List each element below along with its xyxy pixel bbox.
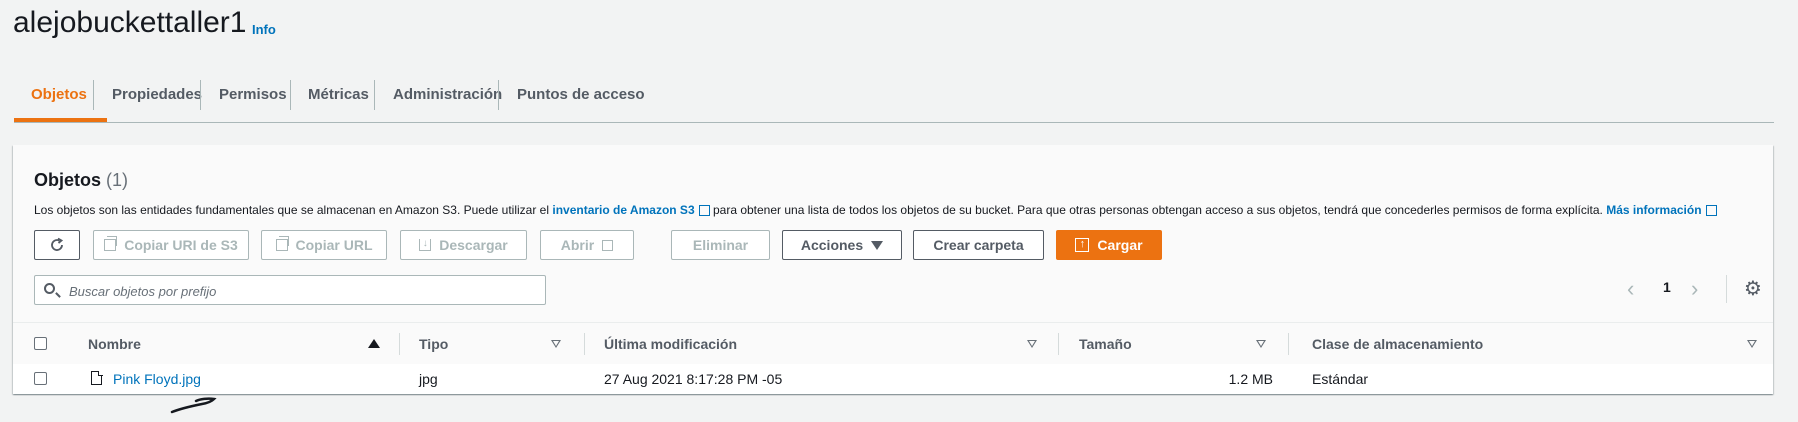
download-icon: ↓ <box>419 239 432 251</box>
tab-puntos-de-acceso[interactable]: Puntos de acceso <box>517 74 645 122</box>
search-box <box>34 275 546 305</box>
table-row[interactable]: Pink Floyd.jpg jpg 27 Aug 2021 8:17:28 P… <box>13 364 1773 394</box>
objects-heading: Objetos (1) <box>34 170 128 191</box>
tab-divider <box>498 80 499 110</box>
row-checkbox[interactable] <box>34 372 47 385</box>
column-header-tamano[interactable]: Tamaño <box>1079 336 1132 352</box>
sort-icon[interactable] <box>1027 340 1037 348</box>
description-text: Los objetos son las entidades fundamenta… <box>34 203 550 217</box>
object-name-link[interactable]: Pink Floyd.jpg <box>113 371 201 387</box>
actions-label: Acciones <box>800 237 864 253</box>
tab-administracion[interactable]: Administración <box>393 74 502 122</box>
open-button[interactable]: Abrir <box>540 230 634 260</box>
pen-annotation-mark <box>170 397 217 414</box>
objects-heading-label: Objetos <box>34 170 102 190</box>
tab-propiedades[interactable]: Propiedades <box>112 74 202 122</box>
delete-label: Eliminar <box>692 237 749 253</box>
column-header-nombre[interactable]: Nombre <box>88 336 141 352</box>
column-header-clase-de-almacenamiento[interactable]: Clase de almacenamiento <box>1312 336 1483 352</box>
external-link-icon <box>602 239 614 251</box>
object-size: 1.2 MB <box>1228 371 1273 387</box>
open-label: Abrir <box>560 237 595 253</box>
inventory-link[interactable]: inventario de Amazon S3 <box>552 203 694 217</box>
copy-s3-uri-label: Copiar URI de S3 <box>124 237 238 253</box>
create-folder-label: Crear carpeta <box>933 237 1024 253</box>
actions-dropdown[interactable]: Acciones <box>782 230 902 260</box>
copy-s3-uri-button[interactable]: Copiar URI de S3 <box>93 230 249 260</box>
tab-divider <box>93 80 94 110</box>
object-type: jpg <box>419 371 438 387</box>
column-header-ultima-modificacion[interactable]: Última modificación <box>604 336 737 352</box>
download-label: Descargar <box>439 237 508 253</box>
upload-icon: ↑ <box>1075 238 1090 252</box>
table-header: Nombre Tipo Última modificación Tamaño C… <box>13 322 1773 366</box>
refresh-icon <box>51 237 64 251</box>
tab-bar: Objetos Propiedades Permisos Métricas Ad… <box>14 74 1774 123</box>
tab-metricas[interactable]: Métricas <box>308 74 369 122</box>
objects-count: (1) <box>106 170 129 190</box>
caret-down-icon <box>871 240 884 250</box>
external-link-icon <box>1705 205 1717 216</box>
delete-button[interactable]: Eliminar <box>671 230 770 260</box>
next-page-icon[interactable]: › <box>1691 276 1698 302</box>
tab-objetos[interactable]: Objetos <box>31 74 87 122</box>
copy-icon <box>104 236 118 251</box>
copy-url-label: Copiar URL <box>295 237 373 253</box>
search-input[interactable] <box>67 281 531 301</box>
tab-divider <box>290 80 291 110</box>
column-divider <box>399 333 400 355</box>
previous-page-icon[interactable]: ‹ <box>1627 276 1634 302</box>
refresh-button[interactable] <box>34 230 80 260</box>
gear-icon[interactable]: ⚙ <box>1744 276 1762 301</box>
copy-icon <box>275 236 289 251</box>
description-text-2: para obtener una lista de todos los obje… <box>712 203 1603 217</box>
sort-icon[interactable] <box>551 340 561 348</box>
external-link-icon <box>698 205 710 216</box>
column-divider <box>1288 333 1289 355</box>
object-last-modified: 27 Aug 2021 8:17:28 PM -05 <box>604 371 783 387</box>
page-title: alejobuckettaller1 <box>13 6 247 39</box>
tab-permisos[interactable]: Permisos <box>219 74 287 122</box>
search-icon <box>44 283 55 294</box>
sort-icon[interactable] <box>1256 340 1266 348</box>
column-divider <box>584 333 585 355</box>
upload-button[interactable]: ↑ Cargar <box>1056 230 1162 260</box>
create-folder-button[interactable]: Crear carpeta <box>913 230 1044 260</box>
download-button[interactable]: ↓ Descargar <box>400 230 527 260</box>
objects-description: Los objetos son las entidades fundamenta… <box>34 203 1754 217</box>
sort-ascending-icon[interactable] <box>368 339 380 348</box>
info-link[interactable]: Info <box>252 22 276 37</box>
more-info-link[interactable]: Más información <box>1606 203 1701 217</box>
upload-label: Cargar <box>1097 237 1143 253</box>
active-tab-indicator <box>14 118 107 122</box>
pager-divider <box>1726 275 1727 303</box>
tab-divider <box>200 80 201 110</box>
object-storage-class: Estándar <box>1312 371 1369 387</box>
copy-url-button[interactable]: Copiar URL <box>261 230 387 260</box>
current-page-number[interactable]: 1 <box>1663 279 1671 295</box>
objects-panel: Objetos (1) Los objetos son las entidade… <box>13 145 1773 394</box>
column-header-tipo[interactable]: Tipo <box>419 336 448 352</box>
column-divider <box>1058 333 1059 355</box>
sort-icon[interactable] <box>1747 340 1757 348</box>
select-all-checkbox[interactable] <box>34 337 47 350</box>
tab-divider <box>374 80 375 110</box>
file-icon <box>91 370 103 385</box>
